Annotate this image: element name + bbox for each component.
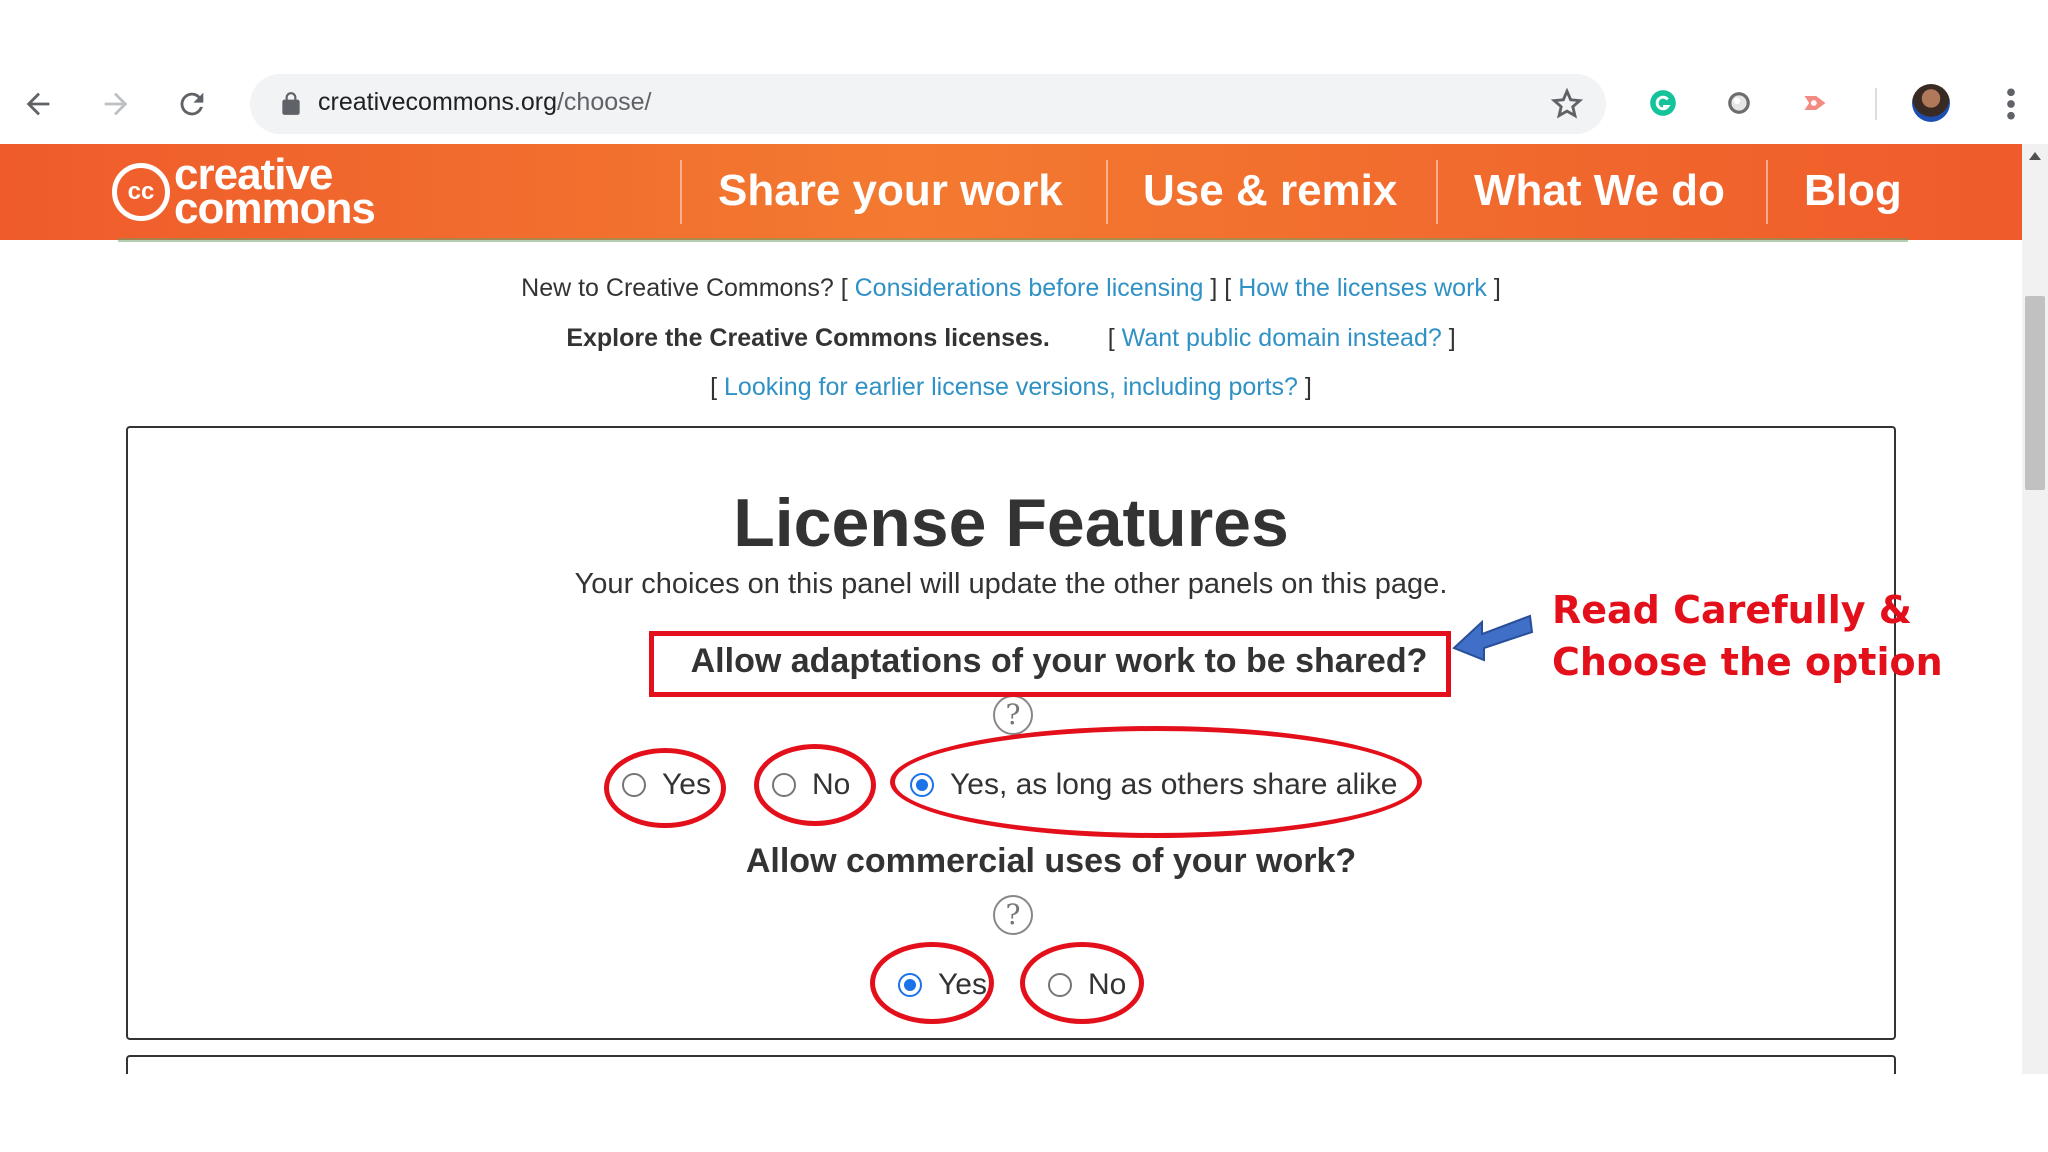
grammarly-extension-icon[interactable]	[1646, 86, 1680, 120]
intro-suffix: ]	[1493, 274, 1501, 302]
annotation-circle-no	[754, 744, 876, 826]
profile-avatar[interactable]	[1912, 84, 1950, 122]
annotation-circle-yes	[604, 748, 726, 828]
lock-icon	[282, 92, 300, 115]
more-menu-icon[interactable]	[1996, 84, 2026, 124]
nav-separator	[680, 160, 682, 224]
scroll-up-arrow-icon[interactable]	[2029, 152, 2041, 160]
annotation-arrow-icon	[1452, 614, 1534, 662]
help-icon[interactable]: ?	[993, 695, 1033, 735]
arrow-left-icon	[26, 92, 50, 116]
url-path: /choose/	[556, 88, 652, 116]
annotation-line-2: Choose the option	[1552, 640, 1943, 684]
bracket-open: [	[710, 373, 718, 401]
bookmark-star-icon[interactable]	[1550, 87, 1584, 121]
extension-circle-icon[interactable]	[1722, 86, 1756, 120]
scroll-thumb[interactable]	[2025, 296, 2045, 490]
annotation-line-1: Read Carefully &	[1552, 588, 1912, 632]
cc-logo-mark: cc	[112, 163, 170, 221]
viewport-bottom	[0, 1074, 2048, 1152]
url-host: creativecommons.org	[318, 88, 557, 116]
bracket-close: ]	[1448, 324, 1456, 352]
reload-icon	[180, 92, 204, 116]
bracket-open: [	[1107, 324, 1115, 352]
arrow-right-icon	[104, 92, 128, 116]
annotation-text: Read Carefully & Choose the option	[1552, 584, 1943, 688]
bracket-close: ]	[1304, 373, 1312, 401]
annotation-circle-commercial-no	[1020, 942, 1144, 1024]
intro-prefix: New to Creative Commons? [	[521, 274, 848, 302]
logo-line-2: commons	[174, 184, 376, 233]
toolbar-divider	[1875, 88, 1877, 120]
creative-commons-logo[interactable]: cc creative commons	[112, 153, 376, 233]
header-underline	[118, 238, 1908, 242]
considerations-link[interactable]: Considerations before licensing	[855, 274, 1204, 302]
back-button[interactable]	[16, 82, 60, 126]
browser-toolbar: creativecommons.org/choose/	[0, 0, 2048, 144]
nav-separator	[1436, 160, 1438, 224]
nav-separator	[1766, 160, 1768, 224]
forward-button[interactable]	[94, 82, 138, 126]
question-commercial: Allow commercial uses of your work?	[745, 842, 1357, 880]
nav-use-remix[interactable]: Use & remix	[1143, 166, 1397, 216]
nav-what-we-do[interactable]: What We do	[1474, 166, 1725, 216]
site-header: cc creative commons Share your work Use …	[0, 144, 2022, 240]
annotation-highlight-box	[649, 631, 1451, 697]
annotation-circle-share-alike	[890, 726, 1422, 838]
address-bar[interactable]: creativecommons.org/choose/	[250, 74, 1606, 134]
annotation-circle-commercial-yes	[870, 942, 994, 1024]
how-licenses-work-link[interactable]: How the licenses work	[1238, 274, 1487, 302]
intro-line-2: Explore the Creative Commons licenses. […	[0, 324, 2022, 353]
nav-blog[interactable]: Blog	[1804, 166, 1902, 216]
intro-line-3: [ Looking for earlier license versions, …	[0, 373, 2022, 402]
public-domain-link[interactable]: Want public domain instead?	[1122, 324, 1442, 352]
intro-mid: ] [	[1210, 274, 1232, 302]
reload-button[interactable]	[170, 82, 214, 126]
record-extension-icon[interactable]	[1798, 86, 1832, 120]
page-scrollbar[interactable]	[2022, 144, 2048, 1074]
panel-title: License Features	[733, 485, 1289, 561]
logo-wordmark: creative commons	[174, 153, 376, 233]
intro-line-1: New to Creative Commons? [ Consideration…	[0, 274, 2022, 303]
help-icon[interactable]: ?	[993, 895, 1033, 935]
earlier-versions-link[interactable]: Looking for earlier license versions, in…	[724, 373, 1298, 401]
nav-share-your-work[interactable]: Share your work	[718, 166, 1063, 216]
license-features-panel: License Features Your choices on this pa…	[126, 426, 1896, 1040]
nav-separator	[1106, 160, 1108, 224]
url-text: creativecommons.org/choose/	[318, 88, 652, 117]
explore-text: Explore the Creative Commons licenses.	[566, 324, 1050, 352]
